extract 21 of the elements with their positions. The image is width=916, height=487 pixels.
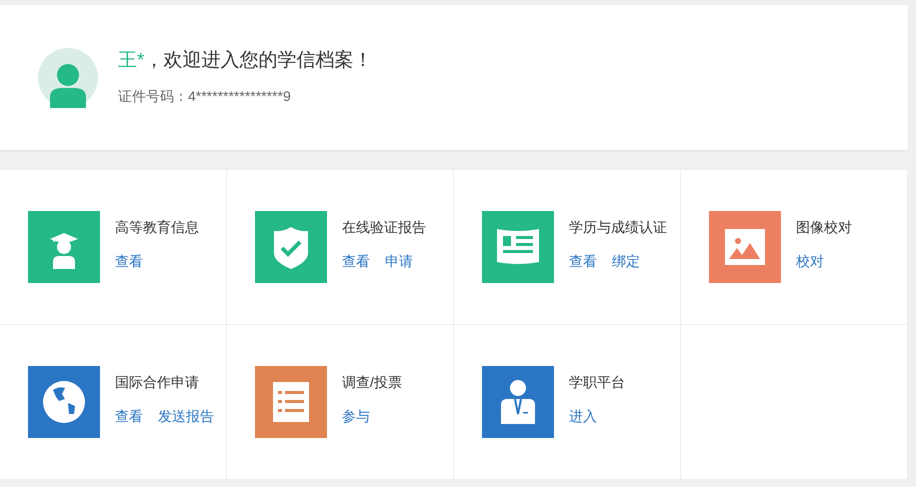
service-title: 图像校对 <box>796 218 852 236</box>
service-link[interactable]: 申请 <box>385 250 413 272</box>
service-title: 在线验证报告 <box>342 218 426 236</box>
service-link[interactable]: 进入 <box>569 406 597 426</box>
service-link[interactable]: 查看 <box>115 250 143 272</box>
service-link[interactable]: 校对 <box>796 250 824 272</box>
service-title: 学职平台 <box>569 372 625 392</box>
user-name: 王* <box>118 50 144 71</box>
service-link[interactable]: 查看 <box>115 406 143 426</box>
id-number: 证件号码：4****************9 <box>118 87 292 106</box>
service-link[interactable]: 参与 <box>342 406 370 426</box>
service-link[interactable]: 查看 <box>569 250 597 272</box>
welcome-message: ，欢迎进入您的学信档案！ <box>144 50 372 71</box>
avatar-icon <box>38 48 98 108</box>
service-link[interactable]: 查看 <box>342 250 370 272</box>
service-link[interactable]: 发送报告 <box>158 406 214 426</box>
service-title: 国际合作申请 <box>115 372 200 392</box>
service-title: 学历与成绩认证 <box>569 218 667 236</box>
service-link[interactable]: 绑定 <box>612 250 640 272</box>
service-title: 调查/投票 <box>342 372 402 392</box>
service-title: 高等教育信息 <box>115 218 199 236</box>
